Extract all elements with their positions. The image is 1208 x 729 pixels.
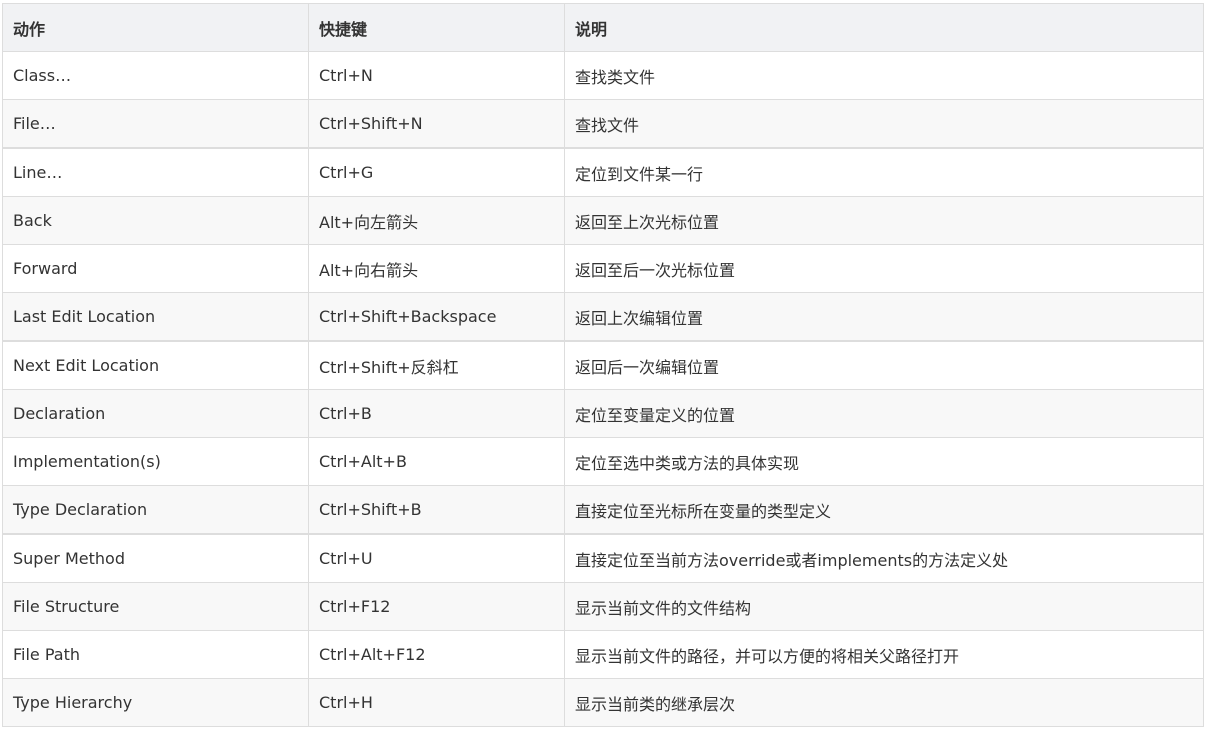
cell-description: 返回后一次编辑位置 <box>564 340 1204 390</box>
cell-shortcut: Ctrl+B <box>308 389 565 438</box>
table-row: Line… Ctrl+G 定位到文件某一行 <box>2 147 1204 197</box>
cell-action: Super Method <box>2 533 309 583</box>
cell-description: 显示当前文件的文件结构 <box>564 582 1204 631</box>
cell-shortcut: Ctrl+U <box>308 533 565 583</box>
cell-description: 返回上次编辑位置 <box>564 292 1204 342</box>
cell-description: 定位到文件某一行 <box>564 147 1204 197</box>
cell-action: Back <box>2 196 309 245</box>
cell-action: Line… <box>2 147 309 197</box>
cell-action: Next Edit Location <box>2 340 309 390</box>
cell-description: 直接定位至光标所在变量的类型定义 <box>564 485 1204 535</box>
cell-shortcut: Ctrl+F12 <box>308 582 565 631</box>
cell-shortcut: Ctrl+Shift+N <box>308 99 565 149</box>
table-row: Back Alt+向左箭头 返回至上次光标位置 <box>2 196 1204 245</box>
cell-description: 定位至选中类或方法的具体实现 <box>564 437 1204 486</box>
cell-shortcut: Ctrl+Alt+B <box>308 437 565 486</box>
cell-description: 显示当前类的继承层次 <box>564 678 1204 727</box>
cell-shortcut: Ctrl+H <box>308 678 565 727</box>
cell-shortcut: Ctrl+Alt+F12 <box>308 630 565 679</box>
table-row: Forward Alt+向右箭头 返回至后一次光标位置 <box>2 244 1204 293</box>
cell-shortcut: Alt+向右箭头 <box>308 244 565 293</box>
cell-description: 查找类文件 <box>564 51 1204 100</box>
cell-description: 返回至后一次光标位置 <box>564 244 1204 293</box>
table-body: Class… Ctrl+N 查找类文件 File… Ctrl+Shift+N 查找文件 Li… <box>2 51 1204 727</box>
cell-shortcut: Ctrl+Shift+B <box>308 485 565 535</box>
cell-action: Type Hierarchy <box>2 678 309 727</box>
cell-description: 显示当前文件的路径，并可以方便的将相关父路径打开 <box>564 630 1204 679</box>
cell-action: Forward <box>2 244 309 293</box>
cell-description: 查找文件 <box>564 99 1204 149</box>
table-header: 动作 快捷键 说明 <box>2 3 1204 52</box>
cell-description: 直接定位至当前方法override或者implements的方法定义处 <box>564 533 1204 583</box>
cell-action: Class… <box>2 51 309 100</box>
cell-shortcut: Ctrl+G <box>308 147 565 197</box>
cell-description: 返回至上次光标位置 <box>564 196 1204 245</box>
table-row: Super Method Ctrl+U 直接定位至当前方法override或者imp… <box>2 533 1204 583</box>
table-row: Implementation(s) Ctrl+Alt+B 定位至选中类或方法的具体实… <box>2 437 1204 486</box>
cell-action: File… <box>2 99 309 149</box>
shortcut-table-container: 动作 快捷键 说明 Class… Ctrl+N 查找类文件 File… Ctrl+Shi… <box>2 3 1204 727</box>
table-row: Type Hierarchy Ctrl+H 显示当前类的继承层次 <box>2 678 1204 727</box>
header-action: 动作 <box>2 3 309 52</box>
cell-description: 定位至变量定义的位置 <box>564 389 1204 438</box>
cell-shortcut: Ctrl+Shift+Backspace <box>308 292 565 342</box>
cell-action: File Path <box>2 630 309 679</box>
table-row: File Path Ctrl+Alt+F12 显示当前文件的路径，并可以方便的将相关… <box>2 630 1204 679</box>
table-row: File Structure Ctrl+F12 显示当前文件的文件结构 <box>2 582 1204 631</box>
cell-shortcut: Ctrl+Shift+反斜杠 <box>308 340 565 390</box>
cell-shortcut: Alt+向左箭头 <box>308 196 565 245</box>
table-row: Next Edit Location Ctrl+Shift+反斜杠 返回后一次编辑位… <box>2 340 1204 390</box>
cell-action: Declaration <box>2 389 309 438</box>
table-row: Declaration Ctrl+B 定位至变量定义的位置 <box>2 389 1204 438</box>
cell-action: Last Edit Location <box>2 292 309 342</box>
header-shortcut: 快捷键 <box>308 3 565 52</box>
table-row: Type Declaration Ctrl+Shift+B 直接定位至光标所在变量的… <box>2 485 1204 535</box>
table-row: Class… Ctrl+N 查找类文件 <box>2 51 1204 100</box>
cell-action: File Structure <box>2 582 309 631</box>
cell-action: Implementation(s) <box>2 437 309 486</box>
table-row: Last Edit Location Ctrl+Shift+Backspace 返回… <box>2 292 1204 342</box>
header-description: 说明 <box>564 3 1204 52</box>
table-row: File… Ctrl+Shift+N 查找文件 <box>2 99 1204 149</box>
shortcut-table: 动作 快捷键 说明 Class… Ctrl+N 查找类文件 File… Ctrl+Shi… <box>2 3 1204 727</box>
cell-shortcut: Ctrl+N <box>308 51 565 100</box>
cell-action: Type Declaration <box>2 485 309 535</box>
header-row: 动作 快捷键 说明 <box>2 3 1204 52</box>
